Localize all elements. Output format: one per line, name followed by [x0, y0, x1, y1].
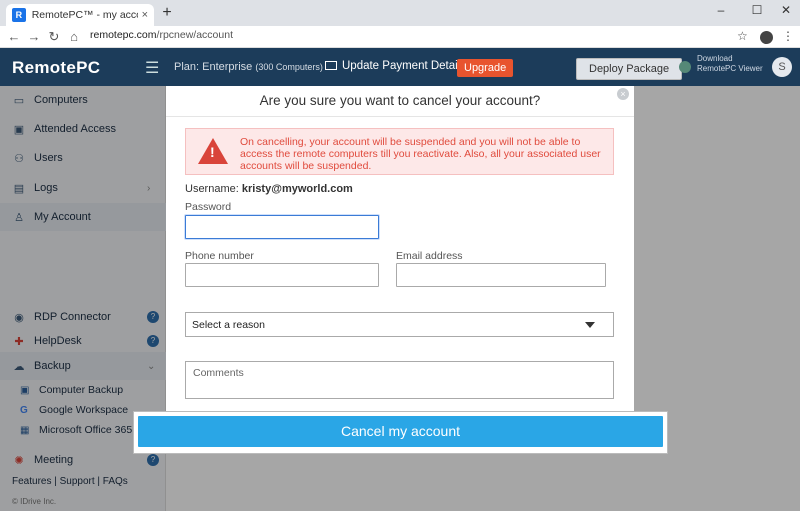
url-host: remotepc.com	[90, 29, 157, 41]
reload-button[interactable]: ↻	[46, 29, 62, 45]
window-close-button[interactable]: ✕	[776, 3, 796, 17]
phone-field[interactable]	[185, 263, 379, 287]
comments-placeholder: Comments	[193, 367, 244, 379]
deploy-package-button[interactable]: Deploy Package	[576, 58, 683, 80]
back-button[interactable]: ←	[6, 29, 22, 45]
dialog-title: Are you sure you want to cancel your acc…	[259, 93, 541, 108]
update-payment-link[interactable]: Update Payment Details	[325, 60, 466, 72]
browser-profile-icon[interactable]	[760, 31, 773, 44]
dialog-close-icon[interactable]: ×	[617, 88, 629, 100]
caret-down-icon	[585, 322, 595, 328]
download-viewer-link[interactable]: Download RemotePC Viewer	[697, 54, 763, 74]
cancel-account-button[interactable]: Cancel my account	[138, 416, 663, 447]
remotepc-favicon-icon: R	[12, 8, 26, 22]
maximize-button[interactable]: ☐	[747, 3, 767, 17]
email-label: Email address	[396, 250, 463, 262]
hamburger-menu-icon[interactable]: ☰	[145, 58, 159, 78]
bookmark-star-icon[interactable]: ☆	[737, 29, 748, 43]
user-avatar[interactable]: S	[772, 57, 792, 77]
browser-tab-bar: R RemotePC™ - my account inform × + – ☐ …	[0, 0, 800, 26]
email-field[interactable]	[396, 263, 606, 287]
new-tab-button[interactable]: +	[160, 5, 174, 21]
comments-field[interactable]: Comments	[185, 361, 614, 399]
download-line1: Download	[697, 54, 733, 63]
username-value: kristy@myworld.com	[241, 183, 353, 195]
url-field[interactable]: remotepc.com/rpcnew/account	[90, 29, 233, 41]
username-row: Username: kristy@myworld.com	[185, 183, 353, 195]
tab-close-icon[interactable]: ×	[142, 9, 148, 21]
username-label: Username:	[185, 183, 239, 195]
reason-select[interactable]: Select a reason	[185, 312, 614, 337]
address-bar: ← → ↻ ⌂ remotepc.com/rpcnew/account ☆ ⋮	[0, 26, 800, 48]
warning-text: On cancelling, your account will be susp…	[240, 136, 601, 172]
home-button[interactable]: ⌂	[66, 29, 82, 45]
url-path: /rpcnew/account	[156, 29, 233, 41]
remotepc-logo: RemotePC	[12, 58, 101, 77]
tab-title: RemotePC™ - my account inform	[31, 9, 138, 21]
download-line2: RemotePC Viewer	[697, 64, 763, 73]
browser-menu-icon[interactable]: ⋮	[782, 29, 794, 43]
reason-select-value: Select a reason	[192, 319, 265, 331]
upgrade-button[interactable]: Upgrade	[457, 59, 514, 77]
plan-detail: (300 Computers)	[255, 62, 323, 72]
password-label: Password	[185, 201, 232, 213]
update-payment-label: Update Payment Details	[342, 60, 467, 72]
phone-label: Phone number	[185, 250, 254, 262]
exclamation-mark: !	[210, 144, 215, 160]
dialog-divider	[166, 116, 634, 117]
card-icon	[325, 61, 337, 71]
minimize-button[interactable]: –	[711, 3, 731, 17]
forward-button[interactable]: →	[26, 29, 42, 45]
plan-info: Plan: Enterprise (300 Computers)	[174, 61, 323, 73]
download-icon	[679, 61, 691, 73]
warning-box: ! On cancelling, your account will be su…	[185, 128, 614, 175]
plan-label: Plan: Enterprise	[174, 61, 253, 73]
password-field[interactable]	[185, 215, 379, 239]
app-header: RemotePC ☰ Plan: Enterprise (300 Compute…	[0, 48, 800, 86]
browser-tab[interactable]: R RemotePC™ - my account inform ×	[6, 4, 154, 26]
